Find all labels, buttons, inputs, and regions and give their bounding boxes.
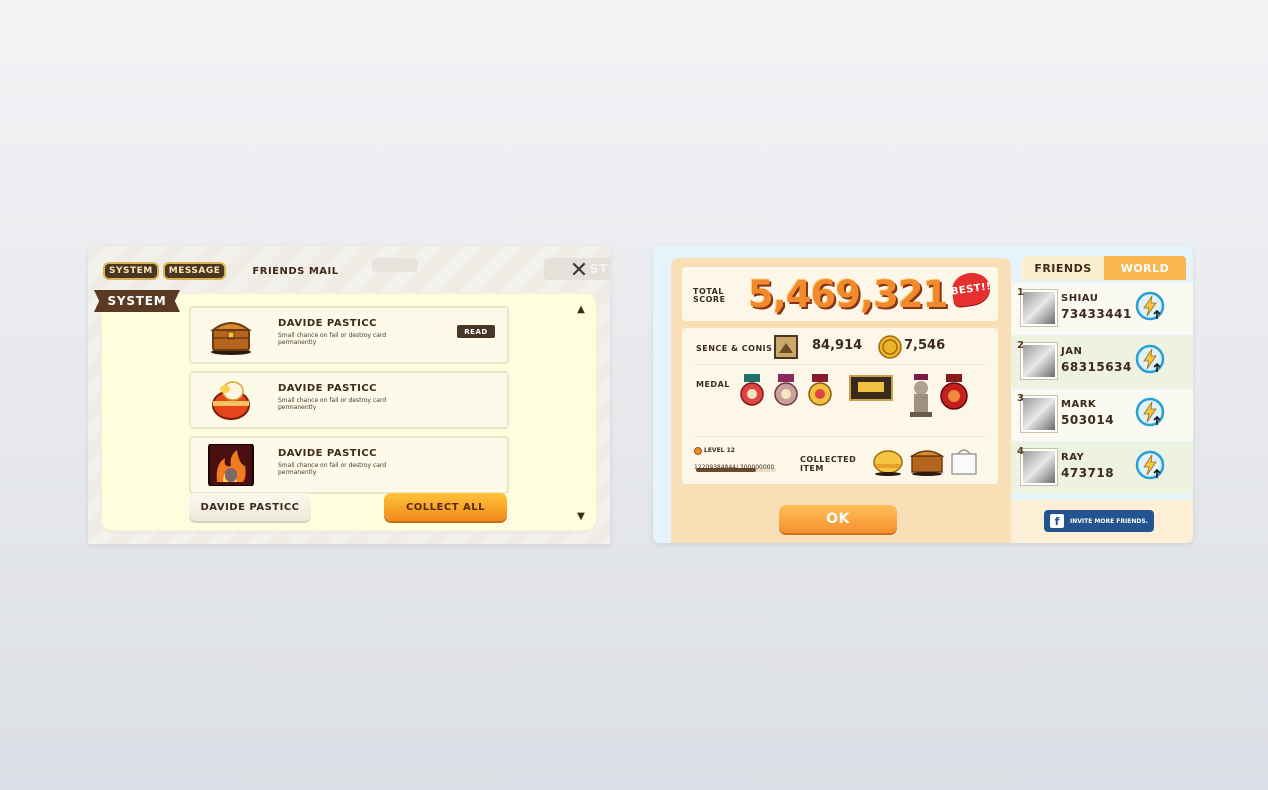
score-summary: TOTAL SCORE 5,469,321 BEST!! SENCE & CON…	[671, 258, 1011, 543]
system-ribbon: SYSTEM	[94, 290, 180, 312]
ok-button[interactable]: OK	[779, 505, 897, 533]
invite-friends-button[interactable]: f INVITE MORE FRIENDS.	[1044, 510, 1154, 532]
treasure-chest-icon	[210, 322, 252, 355]
close-icon[interactable]: ✕	[568, 260, 590, 282]
mail-sender: DAVIDE PASTICC	[278, 448, 378, 459]
collected-item-label: COLLECTED ITEM	[800, 455, 856, 473]
send-energy-icon[interactable]	[1135, 291, 1165, 321]
mail-top-tabs: SYSTEM MESSAGE FRIENDS MAIL	[103, 262, 339, 280]
friend-score: 73433441	[1061, 307, 1132, 321]
rank-number: 3	[1017, 393, 1025, 404]
collected-items-row	[873, 449, 977, 476]
avatar	[1021, 343, 1057, 379]
avatar	[1021, 449, 1057, 485]
friend-row: 2 JAN 68315634	[1011, 336, 1193, 388]
golden-egg-icon	[873, 450, 903, 476]
divider	[694, 436, 986, 437]
friend-name: JAN	[1061, 346, 1083, 357]
rank-number: 2	[1017, 340, 1025, 351]
statue-icon	[910, 374, 932, 417]
sence-coins-label: SENCE & CONIS	[696, 344, 773, 353]
friend-row: 4 RAY 473718	[1011, 442, 1193, 494]
send-energy-icon[interactable]	[1135, 344, 1165, 374]
coins-value: 7,546	[904, 338, 946, 353]
shopping-bag-icon	[951, 449, 977, 475]
scroll-up-icon[interactable]: ▲	[576, 305, 586, 315]
mail-description: Small chance on fail or destroy card per…	[278, 462, 387, 476]
mail-description: Small chance on fail or destroy card per…	[278, 397, 387, 411]
collected-label-line1: COLLECTED	[800, 455, 857, 464]
medal-label: MEDAL	[696, 380, 730, 389]
invite-area: f INVITE MORE FRIENDS.	[1011, 500, 1193, 543]
read-button[interactable]: READ	[457, 325, 495, 338]
friend-score: 503014	[1061, 413, 1115, 427]
divider	[694, 364, 986, 365]
medal-icon	[740, 374, 764, 406]
sence-value: 84,914	[812, 338, 863, 353]
mail-list: DAVIDE PASTICC Small chance on fail or d…	[189, 306, 509, 501]
facebook-icon: f	[1050, 514, 1064, 528]
tab-friends[interactable]: FRIENDS	[1022, 256, 1104, 280]
mail-description: Small chance on fail or destroy card per…	[278, 332, 387, 346]
ghost-tab	[372, 258, 418, 272]
mail-sender: DAVIDE PASTICC	[278, 383, 378, 394]
best-badge: BEST!!	[949, 270, 993, 308]
rank-number: 4	[1017, 446, 1025, 457]
level-label: LEVEL 12	[704, 447, 735, 454]
avatar	[1021, 396, 1057, 432]
collected-label-line2: ITEM	[800, 464, 824, 473]
medal-icon	[940, 374, 968, 410]
scroll-down-icon[interactable]: ▼	[576, 512, 586, 522]
mail-sender: DAVIDE PASTICC	[278, 318, 378, 329]
mail-item[interactable]: DAVIDE PASTICC Small chance on fail or d…	[189, 306, 509, 364]
medals-row	[740, 374, 968, 417]
sender-button[interactable]: DAVIDE PASTICC	[189, 493, 311, 521]
total-score-value: 5,469,321	[748, 273, 948, 316]
invite-label: INVITE MORE FRIENDS.	[1070, 517, 1148, 525]
rank-number: 1	[1017, 287, 1025, 298]
egg-capsule-icon	[212, 381, 250, 420]
tab-system[interactable]: SYSTEM	[103, 262, 159, 280]
mail-item[interactable]: DAVIDE PASTICC Small chance on fail or d…	[189, 371, 509, 429]
friend-row: 1 SHIAU 73433441	[1011, 283, 1193, 335]
mail-item[interactable]: DAVIDE PASTICC Small chance on fail or d…	[189, 436, 509, 494]
friend-row: 3 MARK 503014	[1011, 389, 1193, 441]
treasure-chest-icon	[909, 450, 945, 476]
friend-name: MARK	[1061, 399, 1097, 410]
medal-icon	[774, 374, 798, 406]
level-progress-text: 12209384844/ 300000000	[694, 464, 775, 471]
send-energy-icon[interactable]	[1135, 397, 1165, 427]
plaque-icon	[849, 375, 893, 401]
ranking-panel: FRIENDS WORLD 1 SHIAU 73433441 2 JAN 683…	[1011, 256, 1193, 543]
sence-card-icon	[774, 335, 798, 359]
total-label-line2: SCORE	[693, 295, 726, 304]
collect-all-button[interactable]: COLLECT ALL	[384, 493, 507, 521]
coin-icon	[878, 335, 902, 359]
tab-friends-mail[interactable]: FRIENDS MAIL	[252, 266, 338, 277]
tab-world[interactable]: WORLD	[1104, 256, 1186, 280]
friend-name: SHIAU	[1061, 293, 1099, 304]
friend-score: 68315634	[1061, 360, 1132, 374]
score-panel: TOTAL SCORE 5,469,321 BEST!! SENCE & CON…	[653, 246, 1193, 543]
friend-score: 473718	[1061, 466, 1115, 480]
stats-card: SENCE & CONIS 84,914 7,546 MEDAL LEVEL 1…	[682, 328, 998, 484]
medal-icon	[808, 374, 832, 406]
avatar	[1021, 290, 1057, 326]
tab-message[interactable]: MESSAGE	[162, 262, 227, 280]
ranking-tabs: FRIENDS WORLD	[1022, 256, 1186, 280]
level-star-icon	[694, 447, 702, 455]
fire-card-icon	[208, 444, 254, 486]
friend-name: RAY	[1061, 452, 1085, 463]
mail-panel: STORIES SYSTEM MESSAGE FRIENDS MAIL ✕ SY…	[88, 246, 610, 544]
send-energy-icon[interactable]	[1135, 450, 1165, 480]
total-score-card: TOTAL SCORE 5,469,321 BEST!!	[682, 267, 998, 321]
total-score-label: TOTAL SCORE	[693, 288, 726, 304]
